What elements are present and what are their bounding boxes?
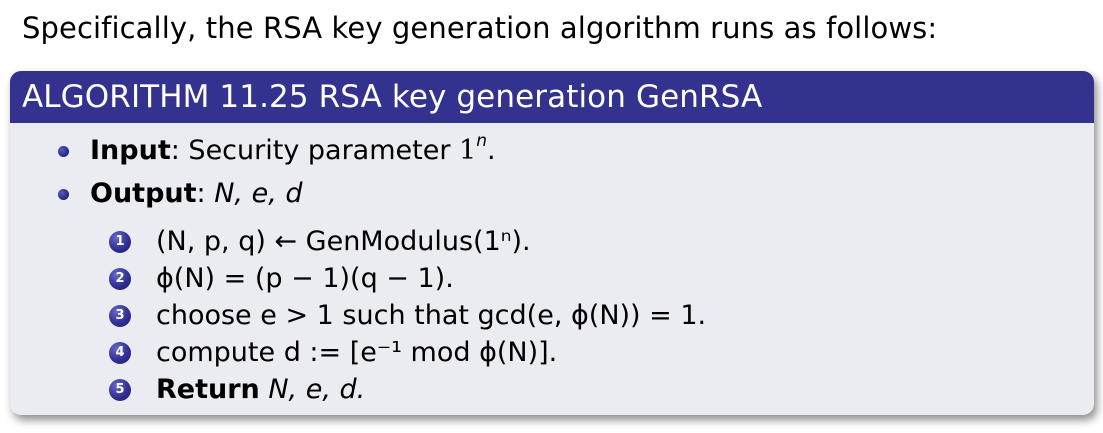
algorithm-body: Input: Security parameter 1n. Output: N,…: [10, 123, 1094, 415]
input-line: Input: Security parameter 1n.: [90, 133, 496, 169]
output-label: Output: [90, 178, 197, 209]
step-number-4: 4: [109, 342, 131, 364]
input-separator: :: [170, 135, 180, 166]
step-number-1: 1: [109, 231, 131, 253]
output-text: N, e, d: [205, 178, 303, 209]
input-text: Security parameter: [179, 135, 460, 166]
step-5-text: N, e, d.: [259, 374, 366, 405]
step-number-2: 2: [109, 268, 131, 290]
step-number-3: 3: [109, 305, 131, 327]
bullet-icon: [58, 146, 69, 157]
algorithm-block: ALGORITHM 11.25 RSA key generation GenRS…: [10, 71, 1094, 415]
return-label: Return: [156, 374, 260, 405]
step-3: choose e > 1 such that gcd(e, ϕ(N)) = 1.: [156, 298, 706, 334]
algorithm-title: ALGORITHM 11.25 RSA key generation GenRS…: [10, 71, 1094, 123]
step-2: ϕ(N) = (p − 1)(q − 1).: [156, 261, 454, 297]
bullet-icon: [58, 189, 69, 200]
input-exponent: n: [476, 131, 487, 151]
step-5: Return N, e, d.: [156, 372, 365, 408]
input-end: .: [486, 135, 496, 166]
output-line: Output: N, e, d: [90, 176, 303, 212]
step-2-text: ϕ(N) = (p − 1)(q − 1).: [156, 263, 454, 294]
step-1-text: (N, p, q) ← GenModulus(1ⁿ).: [156, 226, 531, 257]
step-number-5: 5: [109, 379, 131, 401]
input-one: 1: [459, 135, 477, 166]
input-label: Input: [90, 135, 171, 166]
intro-sentence: Specifically, the RSA key generation alg…: [22, 11, 938, 45]
step-3-text: choose e > 1 such that gcd(e, ϕ(N)) = 1.: [156, 300, 707, 331]
step-4: compute d := [e⁻¹ mod ϕ(N)].: [156, 335, 557, 371]
output-separator: :: [196, 178, 206, 209]
step-4-text: compute d := [e⁻¹ mod ϕ(N)].: [156, 337, 558, 368]
step-1: (N, p, q) ← GenModulus(1ⁿ).: [156, 224, 531, 260]
